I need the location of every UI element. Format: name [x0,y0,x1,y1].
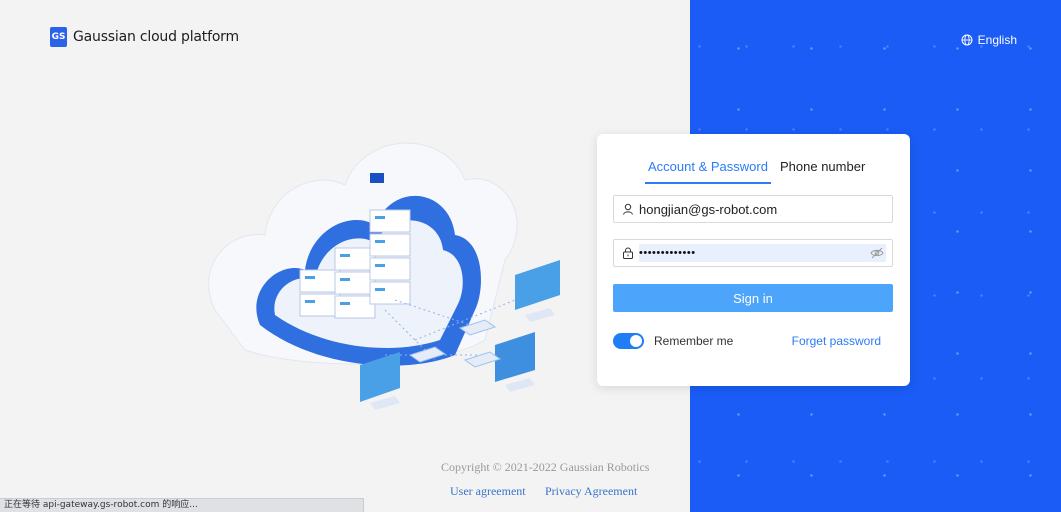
privacy-agreement-link[interactable]: Privacy Agreement [545,484,637,499]
lock-icon [623,247,633,259]
toggle-knob [630,335,642,347]
brand-logo-icon: GS [50,27,67,47]
username-value: hongjian@gs-robot.com [639,201,778,217]
sign-in-button[interactable]: Sign in [613,284,893,312]
language-switcher[interactable]: English [961,33,1017,47]
username-field[interactable]: hongjian@gs-robot.com [613,195,893,223]
cloud-servers-illustration [208,142,560,410]
forget-password-link[interactable]: Forget password [792,334,881,348]
password-value: ••••••••••••• [639,244,886,262]
remember-me-toggle[interactable] [613,333,644,349]
login-tabs: Account & Password Phone number [597,159,910,184]
language-label: English [977,33,1017,47]
tab-account-password[interactable]: Account & Password [645,159,771,184]
browser-status-bar: 正在等待 api-gateway.gs-robot.com 的响应... [0,498,364,512]
login-card: Account & Password Phone number hongjian… [597,134,910,386]
left-panel: GS Gaussian cloud platform Copyright © 2… [0,0,690,512]
brand-name: Gaussian cloud platform [73,29,239,45]
copyright-text: Copyright © 2021-2022 Gaussian Robotics [441,460,650,474]
remember-row: Remember me Forget password [613,333,893,349]
user-agreement-link[interactable]: User agreement [450,484,526,499]
eye-off-icon[interactable] [870,247,884,259]
remember-me-label: Remember me [654,334,734,348]
globe-icon [961,34,973,46]
user-icon [623,203,633,215]
password-field[interactable]: ••••••••••••• [613,239,893,267]
tab-phone-number[interactable]: Phone number [780,159,865,174]
brand: GS Gaussian cloud platform [50,27,239,47]
